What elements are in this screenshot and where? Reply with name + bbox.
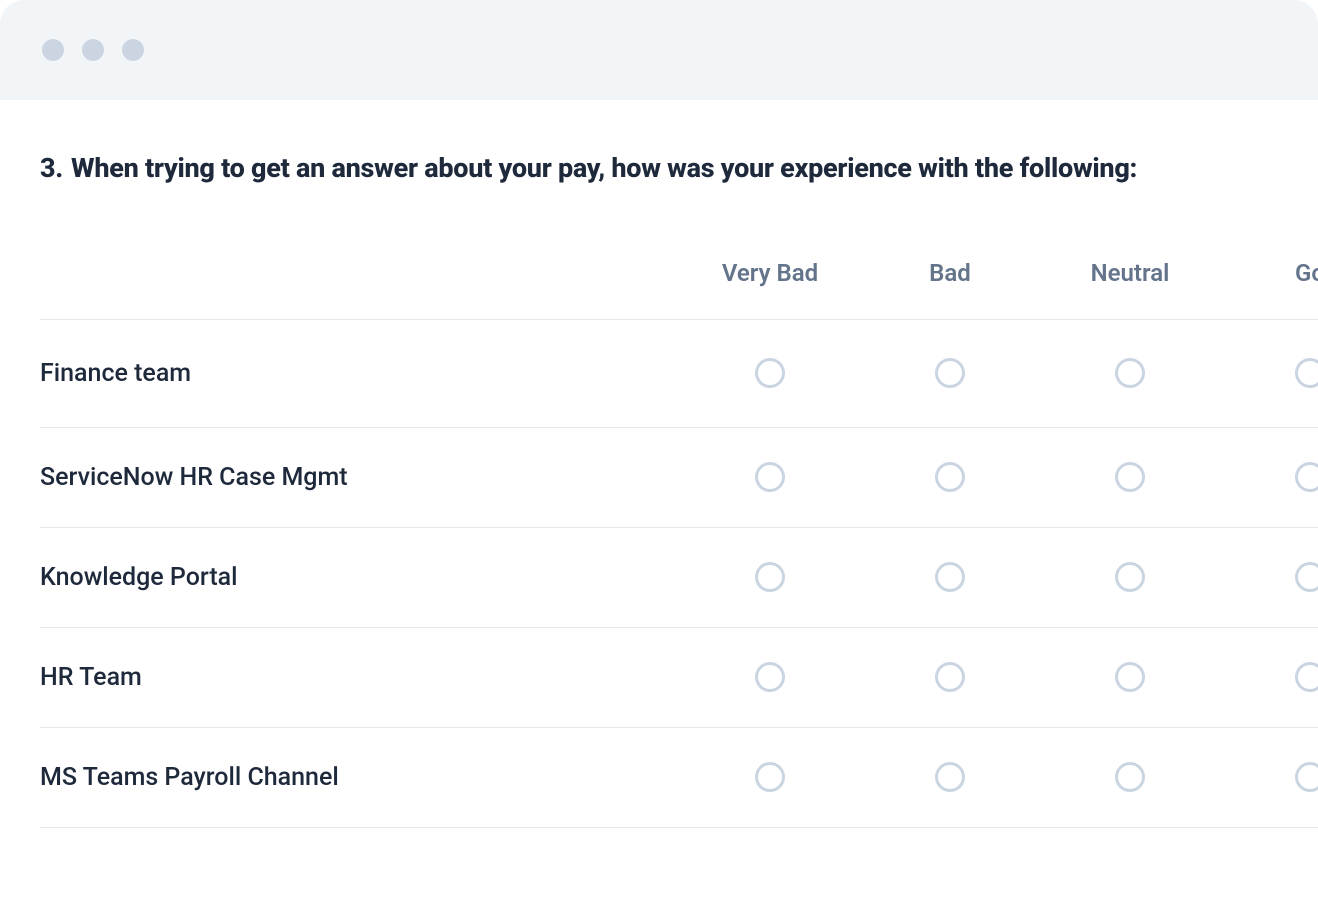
survey-content: 3. When trying to get an answer about yo… [0,100,1318,828]
row-label: Finance team [40,359,680,388]
radio-knowledge-good[interactable] [1220,562,1318,592]
window-control-dot[interactable] [42,39,64,61]
radio-finance-neutral[interactable] [1040,358,1220,388]
matrix-row: Finance team [40,320,1318,428]
radio-icon [1115,562,1145,592]
matrix-row: MS Teams Payroll Channel [40,728,1318,828]
row-label: Knowledge Portal [40,563,680,592]
window-titlebar [0,0,1318,100]
question-number: 3. [40,152,63,186]
radio-icon [1115,762,1145,792]
radio-icon [1115,462,1145,492]
question-text: When trying to get an answer about your … [71,152,1137,186]
radio-icon [1295,662,1318,692]
survey-window: 3. When trying to get an answer about yo… [0,0,1318,918]
matrix-row: ServiceNow HR Case Mgmt [40,428,1318,528]
column-header-neutral: Neutral [1040,259,1220,287]
radio-hr-bad[interactable] [860,662,1040,692]
matrix-row: HR Team [40,628,1318,728]
window-control-dot[interactable] [122,39,144,61]
row-label: MS Teams Payroll Channel [40,763,680,792]
question-heading: 3. When trying to get an answer about yo… [40,152,1240,186]
radio-msteams-very-bad[interactable] [680,762,860,792]
radio-msteams-good[interactable] [1220,762,1318,792]
radio-servicenow-good[interactable] [1220,462,1318,492]
radio-servicenow-bad[interactable] [860,462,1040,492]
radio-hr-good[interactable] [1220,662,1318,692]
radio-servicenow-neutral[interactable] [1040,462,1220,492]
radio-icon [1295,762,1318,792]
radio-icon [1295,462,1318,492]
radio-msteams-neutral[interactable] [1040,762,1220,792]
radio-icon [935,358,965,388]
radio-knowledge-neutral[interactable] [1040,562,1220,592]
radio-icon [935,562,965,592]
radio-icon [1295,562,1318,592]
radio-icon [935,762,965,792]
matrix-header-row: Very Bad Bad Neutral Go [40,228,1318,320]
radio-icon [755,462,785,492]
radio-icon [755,662,785,692]
radio-finance-very-bad[interactable] [680,358,860,388]
column-header-good: Go [1220,259,1318,287]
radio-hr-very-bad[interactable] [680,662,860,692]
radio-icon [1115,358,1145,388]
window-control-dot[interactable] [82,39,104,61]
radio-icon [755,358,785,388]
row-label: ServiceNow HR Case Mgmt [40,463,680,492]
radio-servicenow-very-bad[interactable] [680,462,860,492]
matrix-row: Knowledge Portal [40,528,1318,628]
column-header-very-bad: Very Bad [680,259,860,287]
rating-matrix: Very Bad Bad Neutral Go Finance team Ser… [40,228,1318,828]
radio-finance-bad[interactable] [860,358,1040,388]
radio-icon [755,762,785,792]
row-label: HR Team [40,663,680,692]
radio-knowledge-bad[interactable] [860,562,1040,592]
radio-icon [1115,662,1145,692]
radio-finance-good[interactable] [1220,358,1318,388]
radio-icon [1295,358,1318,388]
radio-icon [935,662,965,692]
radio-msteams-bad[interactable] [860,762,1040,792]
bottom-mask [0,882,1318,918]
radio-hr-neutral[interactable] [1040,662,1220,692]
column-header-bad: Bad [860,259,1040,287]
radio-icon [935,462,965,492]
radio-knowledge-very-bad[interactable] [680,562,860,592]
radio-icon [755,562,785,592]
